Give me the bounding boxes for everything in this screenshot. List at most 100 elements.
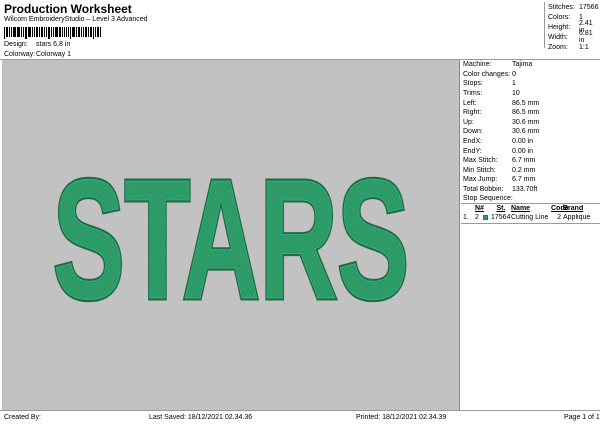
info-label: Color changes: [463, 70, 511, 78]
stars-inner-outline: STARS [53, 145, 409, 335]
machine-info-panel: Machine: Tajima Color changes: 0 Stops: 1 Trim… [461, 60, 600, 410]
info-label: Stops: [463, 80, 483, 88]
barcode-bar [48, 27, 51, 39]
info-label: Max Jump: [463, 176, 498, 184]
machine-info-row: Trims: 10 [461, 89, 600, 99]
stat-label: Width: [548, 33, 568, 41]
barcode-bar [33, 27, 35, 37]
stat-label: Colors: [548, 13, 571, 21]
info-value: 133.70ft [512, 186, 538, 194]
barcode-bar [82, 27, 84, 37]
barcode-bar [63, 27, 65, 37]
color-swatch [483, 215, 491, 221]
header-name: Name [511, 205, 531, 213]
machine-info-list: Machine: Tajima Color changes: 0 Stops: 1 Trim… [461, 60, 600, 194]
info-label: Total Bobbin: [463, 186, 504, 194]
header-brand: Brand [563, 205, 584, 213]
info-label: Up: [463, 118, 474, 126]
stat-value: 6.81 in [579, 30, 593, 44]
machine-info-row: Stops: 1 [461, 79, 600, 89]
info-label: EndX: [463, 138, 483, 146]
stats-row-stitches: Stitches: 17566 [545, 2, 600, 12]
barcode-bar [4, 27, 5, 39]
barcode-bar [31, 27, 33, 37]
sheet-title: Production Worksheet [4, 2, 132, 16]
created-by: Created By: [4, 414, 41, 421]
stop-sequence-row: 1. 2 17564 Cutting Line 2 Applique [461, 213, 600, 222]
divider [461, 223, 600, 225]
barcode-bar [78, 27, 80, 37]
colorway-row: Colorway: Colorway 1 [4, 51, 71, 58]
barcode-bar [35, 27, 38, 37]
barcode-bar [55, 27, 58, 37]
barcode-bar [65, 27, 68, 37]
barcode-bar [18, 27, 21, 37]
page-number: Page 1 of 1 [564, 414, 600, 421]
barcode-bar [38, 27, 40, 37]
info-value: 1 [512, 80, 516, 88]
header-n: N# [475, 205, 484, 213]
last-saved: Last Saved: 18/12/2021 02.34.36 [149, 414, 253, 421]
info-value: 0 [512, 70, 516, 78]
info-value: Tajima [512, 61, 533, 69]
info-label: EndY: [463, 147, 482, 155]
row-brand: Applique [563, 214, 591, 222]
info-value: 30.6 mm [512, 128, 540, 136]
info-value: 6.7 mm [512, 157, 536, 165]
info-label: Right: [463, 109, 482, 117]
info-label: Left: [463, 99, 477, 107]
info-value: 6.7 mm [512, 176, 536, 184]
stat-label: Height: [548, 23, 571, 31]
stats-box: Stitches: 17566 Colors: 1 Height: 2.41 in W… [544, 2, 600, 51]
barcode-bar [28, 27, 31, 37]
info-value: 0.00 in [512, 138, 534, 146]
machine-info-row: EndY: 0.00 in [461, 146, 600, 156]
machine-info-row: Max Stitch: 6.7 mm [461, 156, 600, 166]
colorway-value: Colorway 1 [36, 51, 72, 58]
header-code: Code [551, 205, 569, 213]
info-label: Min Stitch: [463, 166, 496, 174]
barcode-bar [87, 27, 89, 37]
stat-value: 1:1 [579, 43, 589, 51]
row-stitches: 17564 [491, 214, 511, 222]
thread-color-swatch [483, 215, 488, 221]
row-code: 2 [557, 214, 561, 222]
stars-embroidery-artwork: STARS STARS [51, 143, 412, 338]
barcode-bar [44, 27, 46, 37]
barcode-bar [10, 27, 12, 37]
machine-info-row: Color changes: 0 [461, 70, 600, 80]
row-index: 1. [463, 214, 469, 222]
machine-info-row: Min Stitch: 0.2 mm [461, 166, 600, 176]
info-label: Machine: [463, 61, 492, 69]
barcode-bar [23, 27, 25, 37]
printed-date: Printed: 18/12/2021 02.34.39 [356, 414, 447, 421]
machine-info-row: Right: 86.5 mm [461, 108, 600, 118]
barcode-bar [25, 27, 28, 39]
info-value: 86.5 mm [512, 109, 540, 117]
stat-label: Zoom: [548, 43, 568, 51]
machine-info-row: EndX: 0.00 in [461, 137, 600, 147]
barcode-bar [89, 27, 93, 37]
machine-info-row: Down: 30.6 mm [461, 127, 600, 137]
barcode-bar [53, 27, 54, 37]
barcode-bar [68, 27, 70, 37]
design-value: stars 6,8 in [36, 41, 71, 48]
machine-info-row: Left: 86.5 mm [461, 98, 600, 108]
barcode-bar [100, 27, 102, 37]
barcode-bar [51, 27, 53, 37]
barcode-bar [46, 27, 48, 37]
barcode [4, 27, 102, 39]
info-value: 30.6 mm [512, 118, 540, 126]
info-value: 0.00 in [512, 147, 534, 155]
row-needle: 2 [475, 214, 479, 222]
design-row: Design: stars 6,8 in [4, 41, 70, 48]
machine-info-row: Machine: Tajima [461, 60, 600, 70]
barcode-bar [72, 27, 76, 37]
barcode-bar [16, 27, 18, 37]
info-value: 10 [512, 90, 520, 98]
row-name: Cutting Line [511, 214, 549, 222]
barcode-bar [5, 27, 8, 37]
machine-info-row: Up: 30.6 mm [461, 118, 600, 128]
stat-value: 17566 [579, 3, 599, 11]
stat-label: Stitches: [548, 3, 575, 11]
